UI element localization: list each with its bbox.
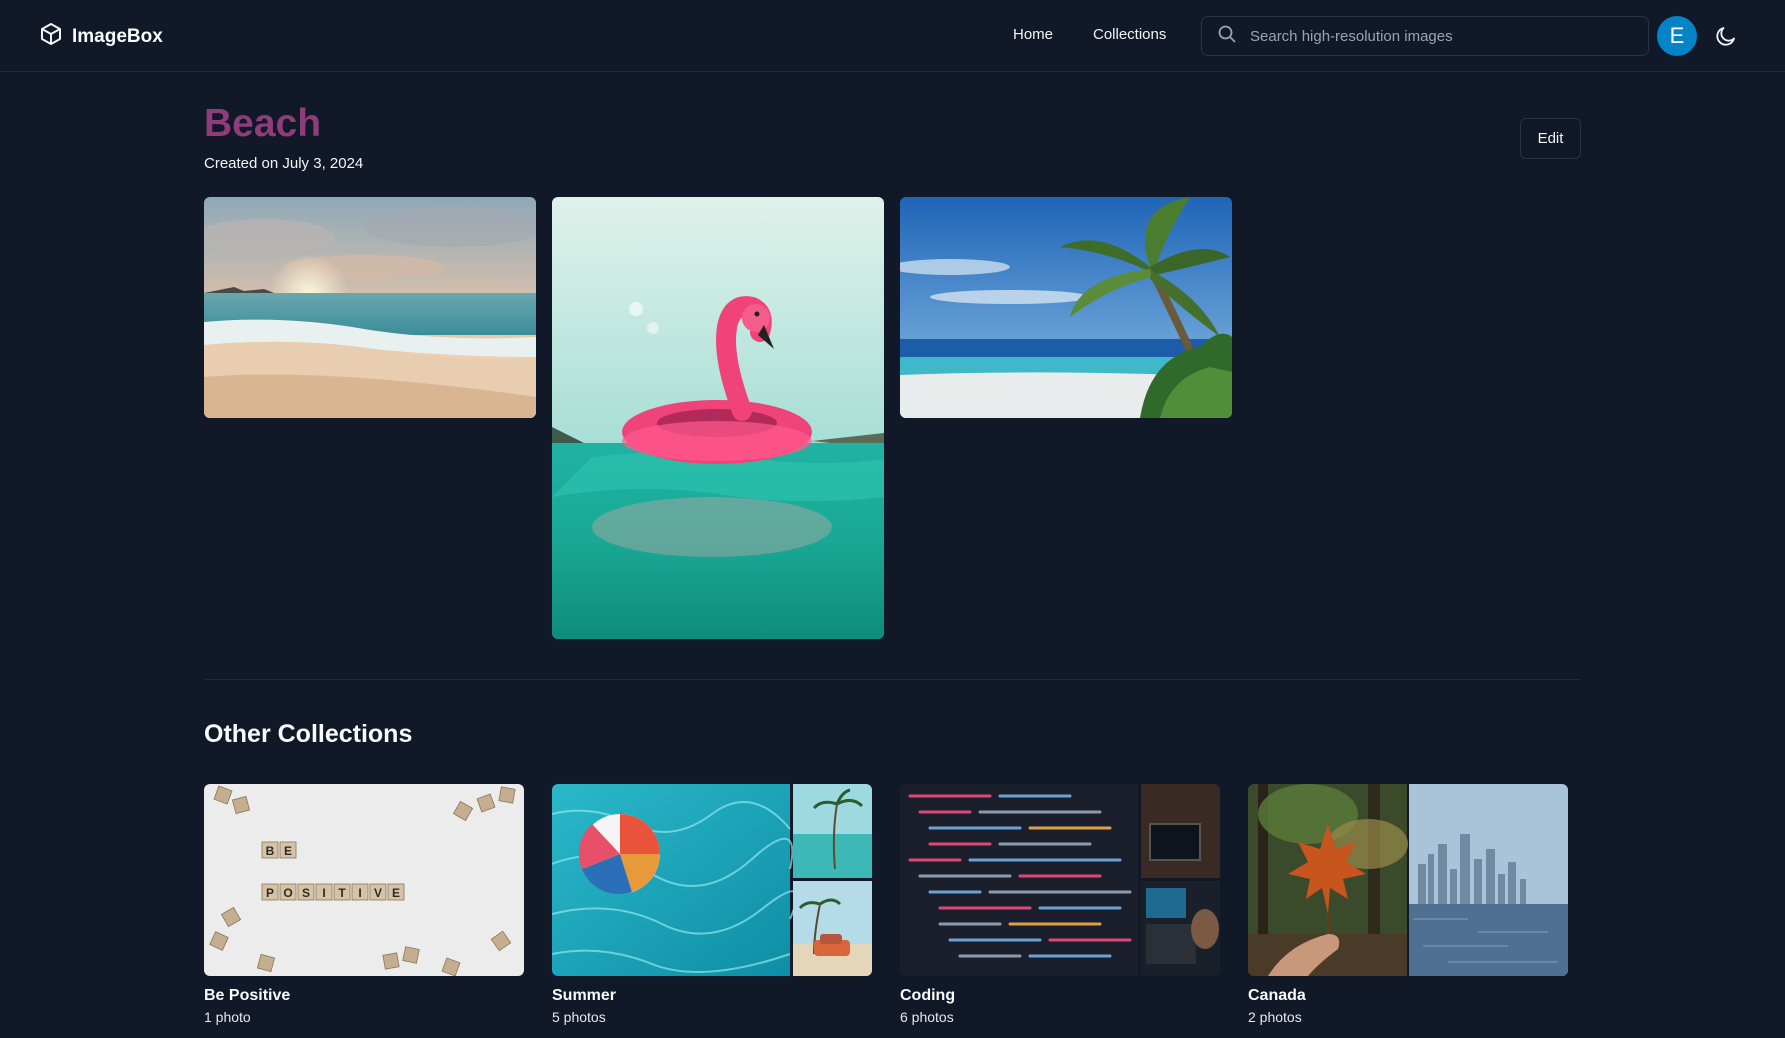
collection-card-summer[interactable]: Summer 5 photos bbox=[552, 784, 872, 1025]
scrabble-letter: T bbox=[338, 886, 346, 900]
created-date: Created on July 3, 2024 bbox=[204, 155, 364, 172]
collection-name[interactable]: Canada bbox=[1248, 987, 1568, 1005]
collection-photo-count: 5 photos bbox=[552, 1009, 606, 1025]
nav-collections-link[interactable]: Collections bbox=[1093, 26, 1166, 43]
collection-card-be-positive[interactable]: B E P O S I T I V E Be Positive 1 photo bbox=[204, 784, 524, 1025]
scrabble-letter: V bbox=[374, 886, 382, 900]
scrabble-letter: E bbox=[284, 844, 292, 858]
collection-thumbnail[interactable] bbox=[900, 784, 1220, 976]
collection-thumbnail[interactable]: B E P O S I T I V E bbox=[204, 784, 524, 976]
logo[interactable]: ImageBox bbox=[40, 22, 163, 51]
collection-name[interactable]: Summer bbox=[552, 987, 872, 1005]
avatar[interactable]: E bbox=[1657, 16, 1697, 56]
scrabble-letter: O bbox=[283, 886, 292, 900]
collection-thumbnail[interactable] bbox=[552, 784, 872, 976]
collection-photo-count: 1 photo bbox=[204, 1009, 251, 1025]
collection-thumbnail[interactable] bbox=[1248, 784, 1568, 976]
scrabble-letter: S bbox=[302, 886, 310, 900]
search-icon bbox=[1202, 25, 1236, 48]
photo-flamingo-float[interactable] bbox=[552, 197, 884, 639]
scrabble-letter: I bbox=[358, 886, 361, 900]
scrabble-letter: P bbox=[266, 886, 274, 900]
top-navbar: ImageBox Home Collections E bbox=[0, 0, 1785, 72]
scrabble-letter: I bbox=[322, 886, 325, 900]
app-name: ImageBox bbox=[72, 25, 163, 47]
edit-button[interactable]: Edit bbox=[1520, 118, 1581, 159]
cube-icon bbox=[40, 22, 62, 51]
page-title: Beach bbox=[204, 102, 322, 145]
section-divider bbox=[204, 679, 1581, 680]
search-box[interactable] bbox=[1201, 16, 1649, 56]
scrabble-letter: E bbox=[392, 886, 400, 900]
collection-photo-count: 6 photos bbox=[900, 1009, 954, 1025]
photo-sunset-beach[interactable] bbox=[204, 197, 536, 418]
search-input[interactable] bbox=[1248, 26, 1632, 46]
collection-name[interactable]: Be Positive bbox=[204, 987, 524, 1005]
collection-name[interactable]: Coding bbox=[900, 987, 1220, 1005]
nav-home-link[interactable]: Home bbox=[1013, 26, 1053, 43]
scrabble-letter: B bbox=[266, 844, 275, 858]
collection-photo-count: 2 photos bbox=[1248, 1009, 1302, 1025]
other-collections-heading: Other Collections bbox=[204, 720, 413, 748]
moon-icon[interactable] bbox=[1714, 24, 1738, 53]
collection-card-coding[interactable]: Coding 6 photos bbox=[900, 784, 1220, 1025]
collection-card-canada[interactable]: Canada 2 photos bbox=[1248, 784, 1568, 1025]
photo-palm-beach[interactable] bbox=[900, 197, 1232, 418]
